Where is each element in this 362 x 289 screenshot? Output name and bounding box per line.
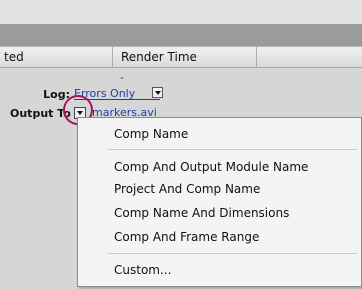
menu-separator xyxy=(108,253,357,254)
render-queue-panel: ted Render Time - Log: Errors Only Outpu… xyxy=(0,0,362,289)
triangle-down-icon xyxy=(155,91,161,95)
column-header-row: ted Render Time xyxy=(0,46,362,68)
output-naming-menu: Comp Name Comp And Output Module Name Pr… xyxy=(77,117,362,287)
column-divider[interactable] xyxy=(256,47,257,68)
menu-item-comp-and-output-module-name[interactable]: Comp And Output Module Name xyxy=(78,157,361,177)
log-label: Log: xyxy=(43,88,70,101)
menu-item-custom[interactable]: Custom... xyxy=(78,260,361,280)
menu-item-comp-and-frame-range[interactable]: Comp And Frame Range xyxy=(78,227,361,247)
render-time-value: - xyxy=(120,71,124,84)
panel-header-bar xyxy=(0,24,362,46)
menu-item-comp-name-and-dimensions[interactable]: Comp Name And Dimensions xyxy=(78,203,361,223)
menu-separator xyxy=(108,149,357,150)
column-header-render-time[interactable]: Render Time xyxy=(121,47,257,68)
menu-item-comp-name[interactable]: Comp Name xyxy=(78,124,361,144)
menu-item-project-and-comp-name[interactable]: Project And Comp Name xyxy=(78,179,361,199)
column-divider[interactable] xyxy=(112,47,113,68)
column-header-started[interactable]: ted xyxy=(4,47,112,68)
panel-top-bar xyxy=(0,0,362,24)
log-dropdown-arrow[interactable] xyxy=(152,87,163,98)
